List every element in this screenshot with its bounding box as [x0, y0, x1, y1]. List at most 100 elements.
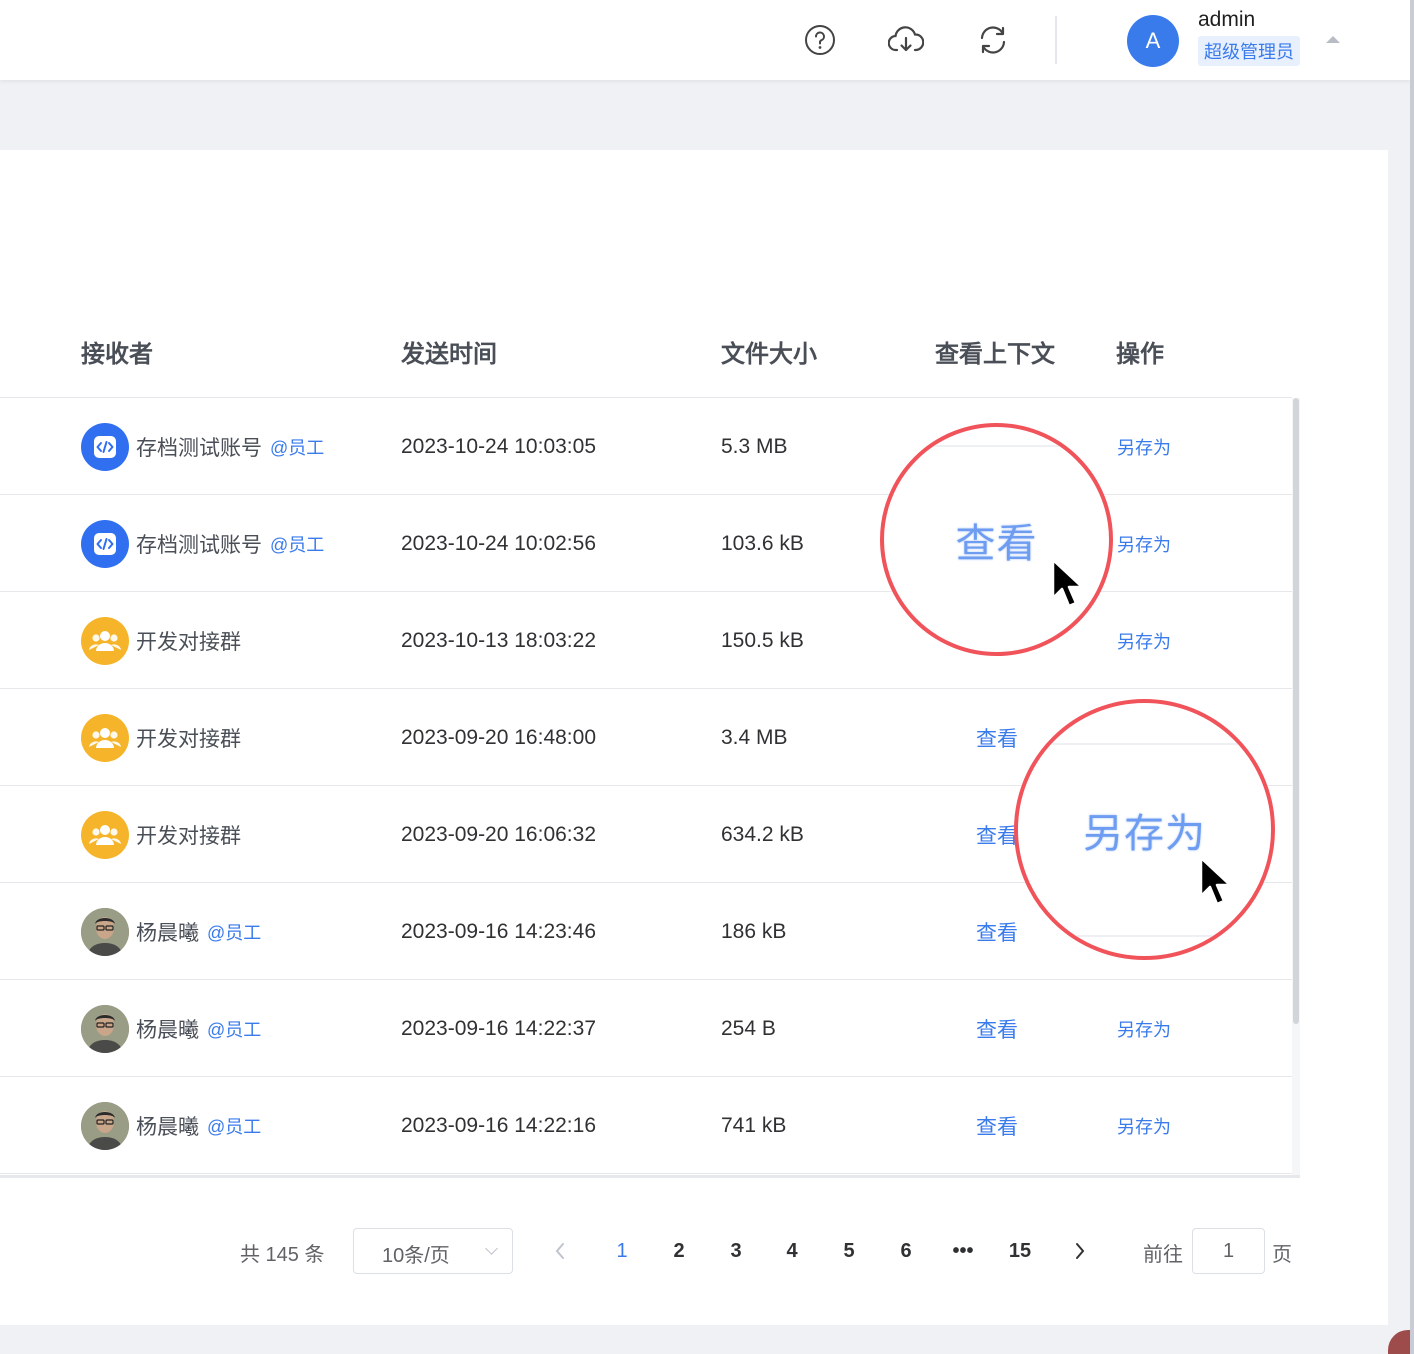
- save-as-link[interactable]: 另存为: [1117, 592, 1171, 689]
- page-ellipsis[interactable]: •••: [948, 1228, 978, 1274]
- receiver-cell: 杨晨曦 @员工: [81, 883, 261, 980]
- file-size-cell: 103.6 kB: [721, 531, 804, 555]
- callout-view-zoom: 查看: [880, 423, 1113, 656]
- receiver-name: 杨晨曦: [136, 1115, 199, 1139]
- save-as-link[interactable]: 另存为: [1117, 1077, 1171, 1174]
- page-button-6[interactable]: 6: [892, 1228, 920, 1274]
- avatar: [81, 907, 129, 956]
- scrollbar-thumb[interactable]: [1293, 398, 1299, 1024]
- send-time-cell: 2023-09-16 14:23:46: [401, 919, 596, 943]
- prev-page-button[interactable]: [546, 1228, 574, 1274]
- receiver-name: 杨晨曦: [136, 921, 199, 945]
- cursor-icon: [1199, 856, 1232, 906]
- callout-save-as-zoom: 另存为: [1014, 699, 1275, 960]
- receiver-cell: 杨晨曦 @员工: [81, 980, 261, 1077]
- code-avatar-icon: [81, 519, 129, 568]
- user-avatar[interactable]: A: [1127, 15, 1179, 67]
- view-context-link[interactable]: 查看: [976, 980, 1018, 1077]
- column-header-file-size: 文件大小: [721, 340, 817, 368]
- receiver-name: 存档测试账号: [136, 533, 262, 557]
- send-time-cell: 2023-10-13 18:03:22: [401, 628, 596, 652]
- column-header-context: 查看上下文: [935, 340, 1055, 368]
- file-size-cell: 150.5 kB: [721, 628, 804, 652]
- avatar: [81, 1101, 129, 1150]
- file-size-cell: 634.2 kB: [721, 822, 804, 846]
- zoom-row-border: [884, 445, 1109, 447]
- receiver-tag: @员工: [207, 1019, 262, 1040]
- chevron-right-icon: [1076, 1243, 1085, 1259]
- help-icon[interactable]: [802, 22, 838, 58]
- file-size-cell: 254 B: [721, 1016, 776, 1040]
- receiver-name: 存档测试账号: [136, 436, 262, 460]
- send-time-cell: 2023-10-24 10:02:56: [401, 531, 596, 555]
- view-context-link[interactable]: 查看: [976, 689, 1018, 786]
- receiver-name: 杨晨曦: [136, 1018, 199, 1042]
- caret-up-icon[interactable]: [1326, 36, 1340, 43]
- column-header-send-time: 发送时间: [401, 340, 497, 368]
- pagination: 共 145 条 10条/页 1 2 3 4 5 6 ••• 15 前往 页: [0, 1228, 1388, 1274]
- receiver-cell: 存档测试账号 @员工: [81, 398, 324, 495]
- page-button-2[interactable]: 2: [665, 1228, 693, 1274]
- receiver-tag: @员工: [207, 1116, 262, 1137]
- save-as-link[interactable]: 另存为: [1117, 495, 1171, 592]
- user-role-badge: 超级管理员: [1198, 36, 1300, 66]
- send-time-cell: 2023-09-20 16:06:32: [401, 822, 596, 846]
- page-button-3[interactable]: 3: [722, 1228, 750, 1274]
- avatar: [81, 1004, 129, 1053]
- callout-view-text: 查看: [955, 520, 1038, 567]
- table-row: 杨晨曦 @员工 2023-09-16 14:22:37 254 B 查看 另存为: [0, 980, 1292, 1077]
- receiver-name: 开发对接群: [136, 824, 241, 848]
- group-avatar-icon: [81, 713, 129, 762]
- receiver-tag: @员工: [270, 437, 325, 458]
- zoom-row-border: [1018, 743, 1271, 745]
- send-time-cell: 2023-09-16 14:22:37: [401, 1016, 596, 1040]
- receiver-cell: 杨晨曦 @员工: [81, 1077, 261, 1174]
- send-time-cell: 2023-09-16 14:22:16: [401, 1113, 596, 1137]
- table-bottom-border: [0, 1175, 1300, 1178]
- file-size-cell: 3.4 MB: [721, 725, 788, 749]
- page-button-1[interactable]: 1: [608, 1228, 636, 1274]
- next-page-button[interactable]: [1066, 1228, 1094, 1274]
- user-name[interactable]: admin: [1198, 8, 1255, 32]
- file-size-cell: 741 kB: [721, 1113, 787, 1137]
- page-button-4[interactable]: 4: [778, 1228, 806, 1274]
- file-size-cell: 186 kB: [721, 919, 787, 943]
- refresh-icon[interactable]: [975, 22, 1011, 58]
- receiver-name: 开发对接群: [136, 727, 241, 751]
- view-context-link[interactable]: 查看: [976, 786, 1018, 883]
- column-header-receiver: 接收者: [81, 340, 153, 368]
- view-context-link[interactable]: 查看: [976, 1077, 1018, 1174]
- save-as-link[interactable]: 另存为: [1117, 398, 1171, 495]
- page-size-value: 10条/页: [382, 1245, 450, 1267]
- goto-page-input[interactable]: [1192, 1228, 1265, 1274]
- view-context-link[interactable]: 查看: [976, 883, 1018, 980]
- top-bar: A admin 超级管理员: [0, 0, 1410, 80]
- code-avatar-icon: [81, 422, 129, 471]
- send-time-cell: 2023-10-24 10:03:05: [401, 434, 596, 458]
- goto-label: 前往: [1143, 1244, 1183, 1266]
- page-button-15[interactable]: 15: [1004, 1228, 1036, 1274]
- page-button-5[interactable]: 5: [835, 1228, 863, 1274]
- receiver-cell: 开发对接群: [81, 689, 241, 786]
- page-bottom-strip: [0, 1325, 1410, 1354]
- file-size-cell: 5.3 MB: [721, 434, 788, 458]
- table-row: 杨晨曦 @员工 2023-09-16 14:22:16 741 kB 查看 另存为: [0, 1077, 1292, 1174]
- receiver-name: 开发对接群: [136, 630, 241, 654]
- callout-save-as-text: 另存为: [1083, 810, 1206, 857]
- page-size-select[interactable]: 10条/页: [353, 1228, 513, 1274]
- group-avatar-icon: [81, 810, 129, 859]
- group-avatar-icon: [81, 616, 129, 665]
- table-row: 开发对接群 2023-10-13 18:03:22 150.5 kB 另存为: [0, 592, 1292, 689]
- page-suffix: 页: [1272, 1244, 1292, 1266]
- receiver-cell: 开发对接群: [81, 592, 241, 689]
- chevron-left-icon: [555, 1243, 564, 1259]
- cursor-icon: [1051, 558, 1084, 608]
- receiver-tag: @员工: [270, 534, 325, 555]
- header-divider: [1055, 16, 1057, 64]
- column-header-actions: 操作: [1116, 340, 1164, 368]
- total-count: 共 145 条: [240, 1244, 325, 1266]
- cloud-download-icon[interactable]: [888, 22, 924, 58]
- zoom-row-border: [1018, 935, 1271, 937]
- receiver-tag: @员工: [207, 922, 262, 943]
- save-as-link[interactable]: 另存为: [1117, 980, 1171, 1077]
